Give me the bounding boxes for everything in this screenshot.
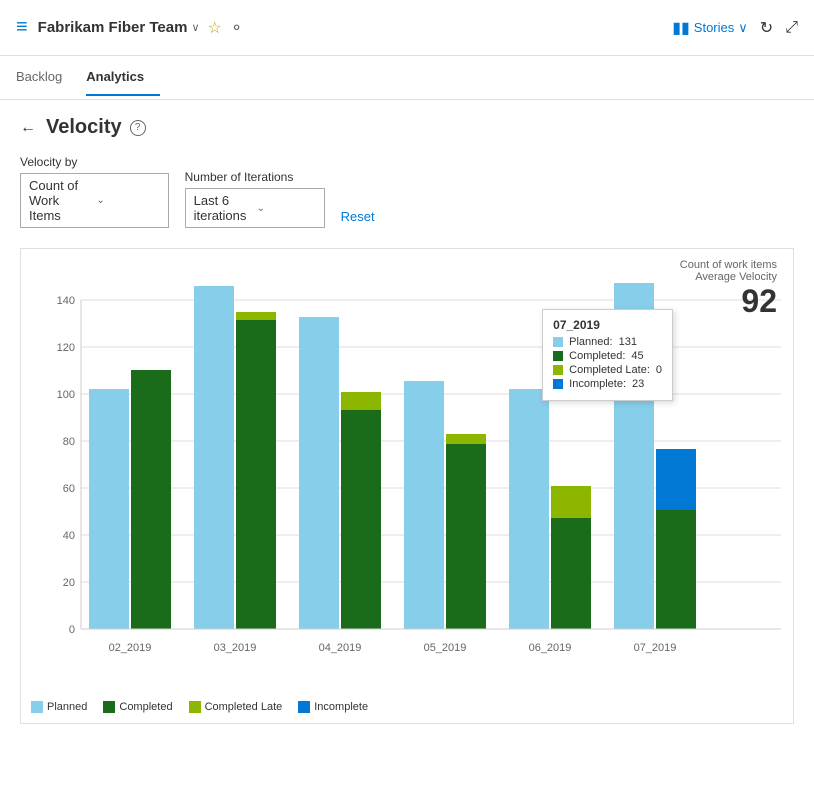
svg-text:07_2019: 07_2019 xyxy=(634,642,677,654)
legend-planned-swatch xyxy=(31,701,43,713)
legend-planned-label: Planned xyxy=(47,701,87,713)
bar-group-06_2019: 06_2019 xyxy=(509,389,591,654)
iterations-chevron-icon: ⌄ xyxy=(257,203,316,214)
velocity-by-label: Velocity by xyxy=(20,155,169,169)
tooltip-incomplete-swatch xyxy=(553,379,563,389)
team-chevron-icon[interactable]: ∨ xyxy=(191,21,199,34)
tooltip-planned-value: 131 xyxy=(619,336,637,348)
tooltip-planned-label: Planned: xyxy=(569,336,612,348)
tooltip-completed-value: 45 xyxy=(631,350,643,362)
tooltip-completed-late-value: 0 xyxy=(656,364,662,376)
iterations-value: Last 6 iterations xyxy=(194,193,253,223)
svg-text:06_2019: 06_2019 xyxy=(529,642,572,654)
bar-group-02_2019: 02_2019 xyxy=(89,370,171,654)
velocity-by-value: Count of Work Items xyxy=(29,178,92,223)
svg-text:60: 60 xyxy=(63,483,75,495)
expand-button[interactable]: ⤢ xyxy=(785,19,798,37)
team-members-icon[interactable]: ⚬ xyxy=(230,18,243,38)
avg-velocity-label: Average Velocity xyxy=(680,271,777,283)
avg-velocity-value: 92 xyxy=(741,283,777,319)
legend-completed-label: Completed xyxy=(119,701,172,713)
chart-legend: Planned Completed Completed Late Incompl… xyxy=(31,693,783,713)
legend-completed-late-swatch xyxy=(189,701,201,713)
stories-button[interactable]: ▮▮ Stories ∨ xyxy=(672,18,748,38)
chart-tooltip: 07_2019 Planned: 131 Completed: 45 Compl… xyxy=(542,309,673,401)
velocity-by-filter: Velocity by Count of Work Items ⌄ xyxy=(20,155,169,228)
svg-text:140: 140 xyxy=(57,295,75,307)
reset-button[interactable]: Reset xyxy=(341,205,375,228)
svg-text:120: 120 xyxy=(57,342,75,354)
chart-container: Count of work items Average Velocity 92 … xyxy=(20,248,794,724)
iterations-label: Number of Iterations xyxy=(185,170,325,184)
app-icon: ≡ xyxy=(16,16,28,39)
svg-text:40: 40 xyxy=(63,530,75,542)
legend-incomplete-swatch xyxy=(298,701,310,713)
bar-group-05_2019: 05_2019 xyxy=(404,381,486,654)
bar-group-03_2019: 03_2019 xyxy=(194,286,276,654)
legend-incomplete: Incomplete xyxy=(298,701,368,713)
stories-icon: ▮▮ xyxy=(672,18,690,38)
iterations-filter: Number of Iterations Last 6 iterations ⌄ xyxy=(185,170,325,228)
legend-planned: Planned xyxy=(31,701,87,713)
velocity-by-select[interactable]: Count of Work Items ⌄ xyxy=(20,173,169,228)
metric-label: Count of work items xyxy=(680,259,777,271)
team-name: Fabrikam Fiber Team xyxy=(38,19,188,36)
legend-completed: Completed xyxy=(103,701,172,713)
header-right: ▮▮ Stories ∨ ↻ ⤢ xyxy=(672,18,798,38)
help-icon[interactable]: ? xyxy=(130,120,146,136)
tooltip-completed-late-swatch xyxy=(553,365,563,375)
favorite-icon[interactable]: ☆ xyxy=(208,18,222,38)
velocity-summary: Count of work items Average Velocity 92 xyxy=(680,259,777,320)
nav-tabs: Backlog Analytics xyxy=(0,56,814,100)
svg-text:05_2019: 05_2019 xyxy=(424,642,467,654)
stories-label: Stories xyxy=(694,20,734,35)
svg-text:100: 100 xyxy=(57,389,75,401)
tooltip-completed-late-label: Completed Late: xyxy=(569,364,650,376)
refresh-button[interactable]: ↻ xyxy=(760,18,773,38)
svg-text:80: 80 xyxy=(63,436,75,448)
back-button[interactable]: ← xyxy=(20,119,36,137)
tab-backlog[interactable]: Backlog xyxy=(16,59,78,96)
legend-completed-swatch xyxy=(103,701,115,713)
velocity-chart: 0 20 40 60 80 100 120 140 02_2019 xyxy=(31,259,791,689)
tooltip-completed-label: Completed: xyxy=(569,350,625,362)
page-content: ← Velocity ? Velocity by Count of Work I… xyxy=(0,100,814,740)
svg-text:0: 0 xyxy=(69,624,75,636)
stories-chevron-icon: ∨ xyxy=(738,20,748,36)
tooltip-completed-row: Completed: 45 xyxy=(553,350,662,362)
legend-completed-late-label: Completed Late xyxy=(205,701,283,713)
tooltip-incomplete-label: Incomplete: xyxy=(569,378,626,390)
iterations-select[interactable]: Last 6 iterations ⌄ xyxy=(185,188,325,228)
svg-text:04_2019: 04_2019 xyxy=(319,642,362,654)
svg-text:20: 20 xyxy=(63,577,75,589)
tab-analytics[interactable]: Analytics xyxy=(86,59,160,96)
tooltip-incomplete-value: 23 xyxy=(632,378,644,390)
bar-group-04_2019: 04_2019 xyxy=(299,317,381,654)
legend-completed-late: Completed Late xyxy=(189,701,283,713)
tooltip-title: 07_2019 xyxy=(553,318,662,332)
tooltip-planned-swatch xyxy=(553,337,563,347)
tooltip-completed-late-row: Completed Late: 0 xyxy=(553,364,662,376)
tooltip-completed-swatch xyxy=(553,351,563,361)
app-header: ≡ Fabrikam Fiber Team ∨ ☆ ⚬ ▮▮ Stories ∨… xyxy=(0,0,814,56)
tooltip-incomplete-row: Incomplete: 23 xyxy=(553,378,662,390)
page-header: ← Velocity ? xyxy=(20,116,794,139)
filters-bar: Velocity by Count of Work Items ⌄ Number… xyxy=(20,155,794,228)
velocity-by-chevron-icon: ⌄ xyxy=(96,195,159,206)
tooltip-planned-row: Planned: 131 xyxy=(553,336,662,348)
svg-text:03_2019: 03_2019 xyxy=(214,642,257,654)
page-title: Velocity xyxy=(46,116,122,139)
legend-incomplete-label: Incomplete xyxy=(314,701,368,713)
svg-text:02_2019: 02_2019 xyxy=(109,642,152,654)
